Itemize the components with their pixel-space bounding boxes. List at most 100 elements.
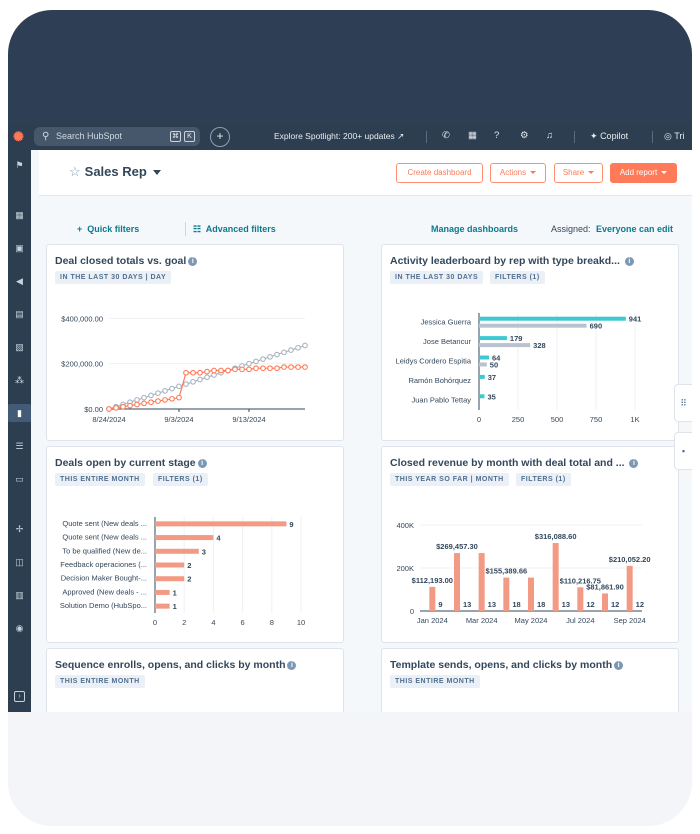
add-report-button[interactable]: Add report xyxy=(610,163,677,183)
report-card-template-sends[interactable]: Template sends, opens, and clicks by mon… xyxy=(381,648,679,712)
category-label: Approved (New deals - ... xyxy=(62,587,147,596)
series-goal-point xyxy=(246,360,252,367)
advanced-filters-button[interactable]: ☷ Advanced filters xyxy=(193,224,276,235)
bookmark-icon[interactable]: ⚑ xyxy=(8,156,31,174)
bar xyxy=(479,374,485,379)
sliders-icon: ☷ xyxy=(193,224,202,234)
x-tick-label: 250 xyxy=(512,415,525,424)
chevron-down-icon xyxy=(152,170,161,176)
marketplace-icon[interactable]: ▦ xyxy=(468,130,477,141)
series-actual-point xyxy=(246,366,252,373)
report-card-sequence-enrolls[interactable]: Sequence enrolls, opens, and clicks by m… xyxy=(46,648,344,712)
series-goal-point xyxy=(176,383,182,390)
category-label: Solution Demo (HubSpo... xyxy=(60,601,147,610)
copilot-button[interactable]: ✦ Copilot xyxy=(590,131,628,142)
contacts-icon[interactable]: ▣ xyxy=(8,239,31,257)
account-menu[interactable]: ◎ Tri xyxy=(664,131,684,142)
notifications-bell-icon[interactable]: ♫ xyxy=(546,130,553,141)
create-plus-button[interactable]: + xyxy=(210,127,230,147)
series-actual-point xyxy=(106,406,112,412)
revenue-value-label: $81,861.90 xyxy=(586,582,624,591)
x-tick-label: 750 xyxy=(590,415,603,424)
category-label: Ramón Bohórquez xyxy=(408,376,471,385)
revenue-bar xyxy=(478,553,485,611)
library-folder-icon[interactable]: ▭ xyxy=(8,470,31,488)
report-card-deals-open[interactable]: Deals open by current stage i THIS ENTIRE… xyxy=(46,446,344,643)
collapse-sidebar-icon[interactable]: › xyxy=(14,691,25,702)
favorite-star-icon[interactable]: ☆ xyxy=(69,164,81,179)
bar-value-label: 1 xyxy=(173,602,177,611)
category-label: Quote sent (New deals ... xyxy=(62,519,147,528)
phone-icon[interactable]: ✆ xyxy=(442,130,450,141)
series-actual-point xyxy=(113,405,119,411)
series-actual-point xyxy=(134,401,140,408)
series-actual-point xyxy=(127,402,133,409)
y-tick-label: $400,000.00 xyxy=(61,314,103,323)
info-icon[interactable]: i xyxy=(614,661,624,670)
series-actual-point xyxy=(232,366,238,373)
y-tick-label: 200K xyxy=(396,564,414,573)
bar xyxy=(155,548,199,554)
series-goal-point xyxy=(253,358,259,365)
quick-filters-label: Quick filters xyxy=(87,224,140,234)
content-icon[interactable]: ▤ xyxy=(8,305,31,323)
device-top-bezel xyxy=(8,10,692,130)
share-label: Share xyxy=(562,168,585,177)
revenue-value-label: $112,193.00 xyxy=(412,576,453,585)
commerce-icon[interactable]: ▥ xyxy=(8,586,31,604)
reporting-icon[interactable]: ▮ xyxy=(8,404,31,422)
side-panel-tab-chat[interactable]: ▪ xyxy=(674,432,692,470)
breeze-icon[interactable]: ✢ xyxy=(8,520,31,538)
side-panel-tab-apps[interactable]: ⠿ xyxy=(674,384,692,422)
nav-divider xyxy=(574,131,575,143)
series-goal-point xyxy=(141,394,147,401)
x-tick-label: 8/24/2024 xyxy=(92,415,125,424)
horizontal-bar-chart: 0 2 4 6 8 10 Quote sent (New deals ... 9 Quote s… xyxy=(60,517,305,627)
manage-dashboards-link[interactable]: Manage dashboards xyxy=(431,224,518,234)
report-card-deal-closed[interactable]: Deal closed totals vs. goal i IN THE LAST… xyxy=(46,244,344,441)
series-goal-point xyxy=(211,372,217,378)
bar-value-label: 50 xyxy=(490,361,498,370)
dashboard-selector[interactable]: ☆ Sales Rep xyxy=(69,164,161,180)
settings-icon[interactable]: ◉ xyxy=(8,619,31,637)
series-actual-point xyxy=(260,365,266,372)
create-dashboard-button[interactable]: Create dashboard xyxy=(396,163,483,183)
share-button[interactable]: Share xyxy=(554,163,603,183)
bar-value-label: 35 xyxy=(487,392,495,401)
bar xyxy=(479,394,485,399)
x-tick-label: 4 xyxy=(211,618,215,627)
workspaces-icon[interactable]: ▦ xyxy=(8,206,31,224)
actions-button[interactable]: Actions xyxy=(490,163,546,183)
hubspot-logo-icon[interactable]: ✺ xyxy=(13,130,27,144)
revenue-value-label: $316,088.60 xyxy=(535,532,577,541)
spotlight-link[interactable]: Explore Spotlight: 200+ updates ↗ xyxy=(274,131,404,142)
report-card-activity-leaderboard[interactable]: Activity leaderboard by rep with type br… xyxy=(381,244,679,441)
automation-icon[interactable]: ⁂ xyxy=(8,371,31,389)
category-label: Jessica Guerra xyxy=(421,318,472,327)
bar-value-label: 690 xyxy=(590,322,603,331)
series-goal-point xyxy=(204,374,210,381)
quick-filters-button[interactable]: + Quick filters xyxy=(77,224,139,234)
sales-icon[interactable]: ▧ xyxy=(8,338,31,356)
info-icon[interactable]: i xyxy=(287,661,297,670)
search-input[interactable]: ⚲ Search HubSpot ⌘ K xyxy=(34,127,200,146)
development-icon[interactable]: ◫ xyxy=(8,553,31,571)
series-actual-point xyxy=(169,395,175,402)
marketing-megaphone-icon[interactable]: ◀ xyxy=(8,272,31,290)
bar xyxy=(155,589,170,595)
settings-gear-icon[interactable]: ⚙ xyxy=(520,130,529,141)
bar xyxy=(479,336,507,341)
revenue-bar xyxy=(528,577,534,611)
data-management-icon[interactable]: ☰ xyxy=(8,437,31,455)
category-label: Decision Maker Bought-... xyxy=(61,574,147,583)
series-actual-point xyxy=(218,367,224,374)
deal-count-label: 12 xyxy=(636,600,644,609)
bar-value-label: 4 xyxy=(216,534,221,543)
series-goal-point xyxy=(274,351,280,358)
help-icon[interactable]: ? xyxy=(494,130,499,141)
report-card-closed-revenue[interactable]: Closed revenue by month with deal total … xyxy=(381,446,679,643)
series-goal-point xyxy=(183,381,189,387)
deal-count-label: 13 xyxy=(488,600,496,609)
assigned-value-link[interactable]: Everyone can edit xyxy=(596,224,673,234)
series-actual-point xyxy=(176,394,182,401)
